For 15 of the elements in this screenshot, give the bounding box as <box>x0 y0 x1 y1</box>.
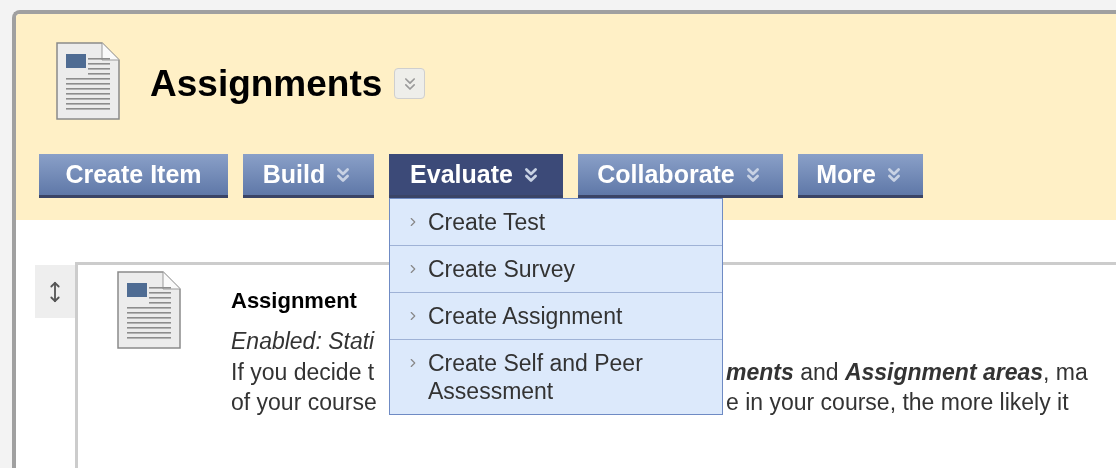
document-icon <box>56 42 120 120</box>
description-text: If you decide t <box>231 358 376 387</box>
document-icon <box>117 271 181 349</box>
item-title: Assignment <box>231 286 357 315</box>
menu-item[interactable]: Create Survey <box>390 245 722 292</box>
description-text: ments and Assignment areas, ma <box>726 358 1088 387</box>
drag-handle[interactable] <box>35 265 75 318</box>
toolbar-button[interactable]: Evaluate <box>389 154 563 198</box>
menu-item[interactable]: Create Self and Peer Assessment <box>390 339 722 414</box>
menu-item[interactable]: Create Test <box>390 199 722 245</box>
menu-item[interactable]: Create Assignment <box>390 292 722 339</box>
item-status: Enabled: Stati <box>231 327 376 356</box>
page-title: Assignments <box>150 62 383 106</box>
description-text: e in your course, the more likely it <box>726 388 1069 417</box>
description-text: of your course <box>231 388 378 417</box>
